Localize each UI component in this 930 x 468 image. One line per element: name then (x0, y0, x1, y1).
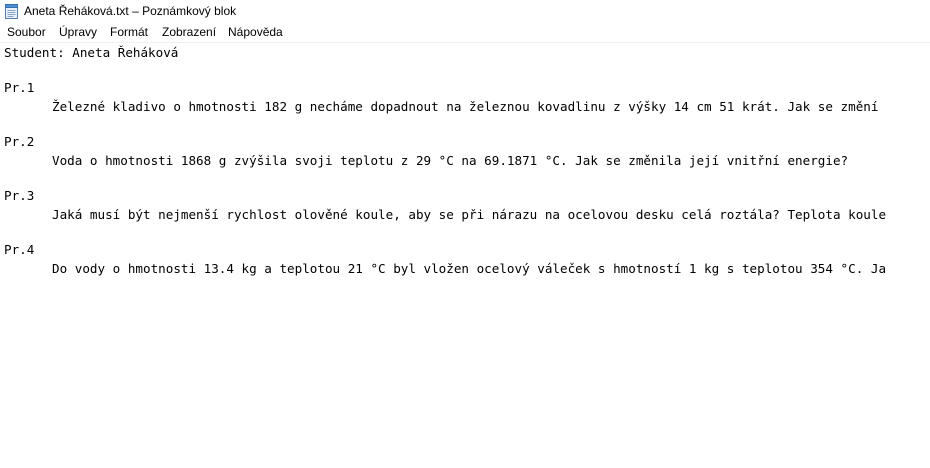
notepad-icon (5, 4, 18, 19)
problem-text: Voda o hmotnosti 1868 g zvýšila svoji te… (52, 153, 849, 168)
text-editor-area[interactable]: Student: Aneta Řeháková Pr.1 Železné kla… (0, 43, 930, 468)
problem-text: Jaká musí být nejmenší rychlost olověné … (52, 207, 887, 222)
menu-bar: Soubor Úpravy Formát Zobrazení Nápověda (0, 23, 930, 43)
menu-upravy[interactable]: Úpravy (59, 25, 97, 39)
problem-label: Pr.1 (4, 80, 35, 95)
problem-label: Pr.4 (4, 242, 35, 257)
menu-soubor[interactable]: Soubor (7, 25, 46, 39)
menu-format[interactable]: Formát (110, 25, 148, 39)
problem-label: Pr.3 (4, 188, 35, 203)
problem-text: Železné kladivo o hmotnosti 182 g nechám… (52, 99, 879, 114)
menu-zobrazeni[interactable]: Zobrazení (162, 25, 216, 39)
problem-text: Do vody o hmotnosti 13.4 kg a teplotou 2… (52, 261, 887, 276)
notepad-window: Aneta Řeháková.txt – Poznámkový blok Sou… (0, 0, 930, 468)
menu-napoveda[interactable]: Nápověda (228, 25, 283, 39)
title-bar[interactable]: Aneta Řeháková.txt – Poznámkový blok (0, 0, 930, 23)
problem-label: Pr.2 (4, 134, 35, 149)
window-title: Aneta Řeháková.txt – Poznámkový blok (24, 4, 237, 18)
student-line: Student: Aneta Řeháková (4, 45, 179, 60)
